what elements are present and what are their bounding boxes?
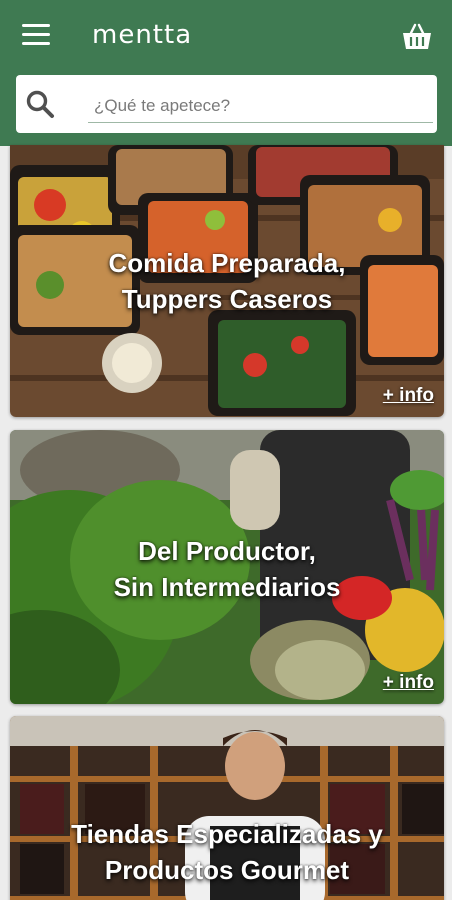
search-bar bbox=[16, 75, 437, 133]
search-icon[interactable] bbox=[24, 88, 56, 120]
info-link[interactable]: + info bbox=[383, 385, 434, 407]
app-logo: mentta bbox=[92, 20, 193, 50]
category-card-producer[interactable]: Del Productor, Sin Intermediarios + info bbox=[10, 430, 444, 704]
app-bar: mentta bbox=[0, 0, 452, 146]
hamburger-menu-icon[interactable] bbox=[22, 24, 50, 48]
category-card-gourmet-shops[interactable]: Tiendas Especializadas y Productos Gourm… bbox=[10, 716, 444, 900]
info-link[interactable]: + info bbox=[383, 672, 434, 694]
card-title: Del Productor, Sin Intermediarios bbox=[113, 536, 341, 602]
card-title: Comida Preparada, Tuppers Caseros bbox=[108, 248, 346, 314]
shopping-basket-icon[interactable] bbox=[400, 20, 434, 54]
category-card-prepared-food[interactable]: Comida Preparada, Tuppers Caseros + info bbox=[10, 145, 444, 417]
search-input[interactable] bbox=[88, 89, 433, 123]
card-title: Tiendas Especializadas y Productos Gourm… bbox=[71, 819, 383, 885]
